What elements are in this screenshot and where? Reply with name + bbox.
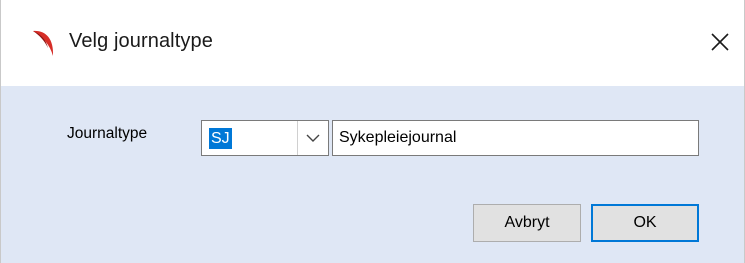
close-icon: [711, 33, 729, 51]
cancel-button[interactable]: Avbryt: [473, 204, 581, 242]
journaltype-combobox[interactable]: SJ: [201, 120, 329, 156]
close-button[interactable]: [702, 24, 738, 60]
chevron-down-icon: [306, 134, 320, 142]
journaltype-label: Journaltype: [67, 125, 148, 142]
dialog-body: Journaltype SJ Sykepleiejournal Avbryt O…: [1, 86, 744, 263]
ok-button[interactable]: OK: [591, 204, 699, 242]
window-title: Velg journaltype: [69, 30, 213, 52]
app-logo-icon: [29, 28, 57, 58]
journaltype-code-value[interactable]: SJ: [209, 128, 232, 149]
dropdown-button[interactable]: [297, 121, 328, 155]
dialog-window: Velg journaltype Journaltype SJ Sykeplei…: [0, 0, 745, 263]
title-bar[interactable]: Velg journaltype: [1, 0, 744, 86]
journaltype-description-field[interactable]: Sykepleiejournal: [332, 120, 699, 156]
